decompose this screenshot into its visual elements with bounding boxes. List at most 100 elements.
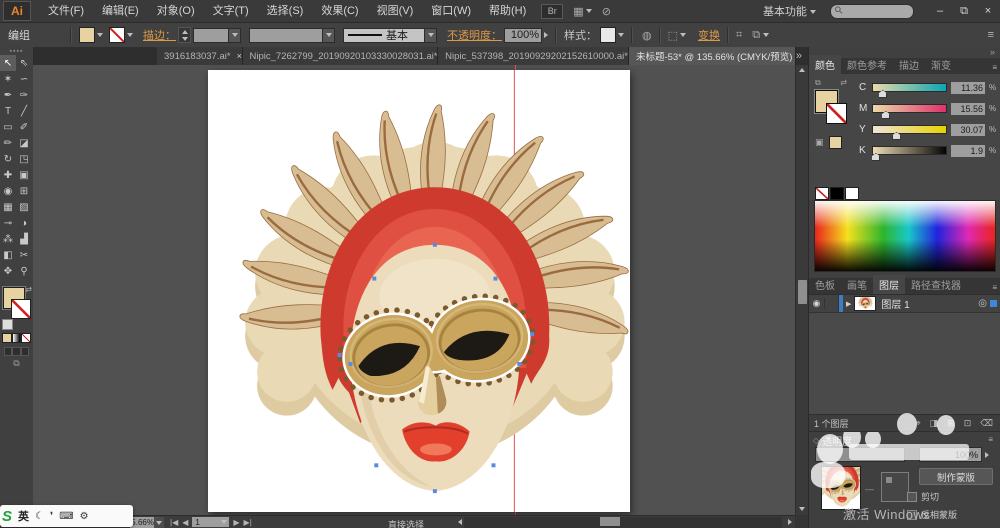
document-tab[interactable]: Nipic_7262799_20190920103330028031.ai* × [243,47,439,65]
arrange-documents-caret-icon[interactable] [586,9,592,13]
horizontal-scrollbar[interactable] [452,516,794,528]
none-swatch[interactable] [815,187,829,200]
align-objects-icon[interactable]: ⬚ [668,29,678,42]
none-mode-button[interactable] [21,333,31,343]
ime-language-toggle[interactable]: 英 [18,508,29,524]
black-swatch[interactable] [830,187,844,200]
distribute-icon[interactable]: ⌗ [736,29,742,42]
tab-gradient[interactable]: 渐变 [925,55,957,74]
document-tab[interactable]: Nipic_537398_20190929202152610000.ai* × [438,47,629,65]
moon-icon[interactable]: ☾ [35,511,44,522]
layer-name[interactable]: 图层 1 [876,296,978,311]
layers-panel-menu-icon[interactable]: ≡ [988,283,1000,294]
free-transform-tool[interactable]: ▣ [16,167,32,183]
menu-item[interactable]: 选择(S) [258,1,313,22]
tab-brushes[interactable]: 画笔 [841,275,873,294]
search-input[interactable]: ⚲ [830,4,914,19]
fill-caret-icon[interactable] [97,33,103,37]
make-mask-button[interactable]: 制作蒙版 [919,468,993,485]
width-profile-combo[interactable] [249,28,335,43]
opacity-stepper-icon[interactable] [985,452,989,458]
width-tool[interactable]: ✚ [0,167,16,183]
pencil-tool[interactable]: ✏ [0,135,16,151]
default-fill-stroke-icon[interactable] [2,319,13,330]
canvas-area[interactable] [33,65,795,515]
new-layer-icon[interactable]: ⊡ [964,418,972,429]
last-artboard-icon[interactable]: ▶| [244,518,252,527]
mesh-tool[interactable]: ▦ [0,199,16,215]
restore-button[interactable]: ⧉ [952,5,976,18]
line-segment-tool[interactable]: ╱ [16,103,32,119]
menu-item[interactable]: 对象(O) [148,1,204,22]
tab-swatches[interactable]: 色板 [809,275,841,294]
menu-item[interactable]: 文字(T) [204,1,258,22]
direct-selection-tool[interactable]: ⇖ [16,55,32,71]
eyedropper-tool[interactable]: ⊸ [0,215,16,231]
pen-tool[interactable]: ✒ [0,87,16,103]
close-button[interactable]: × [976,5,1000,17]
opacity-caret-icon[interactable] [544,32,548,38]
swap-colors-icon[interactable]: ⇄ [840,78,847,88]
settings-gear-icon[interactable]: ⚙ [80,511,89,522]
white-swatch[interactable] [845,187,859,200]
recolor-artwork-icon[interactable]: ◍ [642,29,652,42]
artboard[interactable] [208,70,630,512]
hand-tool[interactable]: ✥ [0,263,16,279]
blend-tool[interactable]: ◑ [16,215,32,231]
clip-checkbox[interactable]: 剪切 [907,490,993,503]
menu-item[interactable]: 效果(C) [312,1,367,22]
brush-definition-combo[interactable]: 基本 [343,28,437,43]
slice-tool[interactable]: ✂ [16,247,32,263]
web-color-cube-icon[interactable]: ▣ [815,137,824,148]
fill-color-swatch[interactable] [79,27,95,43]
layer-row[interactable]: ◉ ▶ 图层 1 ◎ [809,295,1000,313]
punctuation-icon[interactable]: ❜ [50,511,53,522]
target-icon[interactable]: ◎ [978,298,990,309]
horizontal-scroll-track[interactable] [464,517,782,528]
bridge-button[interactable]: Br [541,4,563,19]
visibility-eye-icon[interactable]: ◉ [809,298,825,309]
color-panel-menu-icon[interactable]: ≡ [988,63,1000,74]
tab-color[interactable]: 颜色 [809,55,841,74]
workspace-switcher[interactable]: 基本功能 [763,3,816,19]
opacity-value-box[interactable]: 100% [504,28,542,43]
mask-well[interactable] [881,472,909,502]
stroke-weight-combo[interactable] [193,28,241,43]
document-tab[interactable]: 3916183037.ai* × [157,47,243,65]
transparency-panel-menu-icon[interactable]: ≡ [984,435,997,446]
artboard-number-field[interactable]: 1 [192,517,229,527]
menu-item[interactable]: 文件(F) [39,1,93,22]
scroll-down-icon[interactable] [799,507,805,511]
isolate-icon[interactable]: ⧉ [752,29,760,42]
prev-artboard-icon[interactable]: ◀ [182,518,188,527]
input-method-bar[interactable]: S 英 ☾ ❜ ⌨ ⚙ [0,505,133,527]
selection-tool[interactable]: ↖ [0,55,16,71]
align-caret-icon[interactable] [680,33,686,37]
draw-mode-icon[interactable]: ⧉ [0,358,33,369]
ime-logo[interactable]: S [2,508,12,525]
menu-item[interactable]: 编辑(E) [93,1,148,22]
stroke-caret-icon[interactable] [127,33,133,37]
style-swatch[interactable] [600,27,616,43]
yellow-value-box[interactable]: 30.07 [951,124,985,136]
fullscreen-menu-button[interactable] [12,347,20,356]
horizontal-scroll-thumb[interactable] [600,517,620,526]
normal-screen-button[interactable] [4,347,12,356]
color-mode-button[interactable] [2,333,12,343]
swap-fill-stroke-icon[interactable]: ⇄ [25,285,32,294]
stroke-panel-link[interactable]: 描边： [143,27,176,43]
clip-checkbox-box[interactable] [907,492,917,502]
column-graph-tool[interactable]: ▟ [16,231,32,247]
fullscreen-button[interactable] [21,347,29,356]
magenta-slider[interactable] [872,104,947,113]
lasso-tool[interactable]: ∽ [16,71,32,87]
magic-wand-tool[interactable]: ✶ [0,71,16,87]
zoom-level-box[interactable]: 135.66% [130,517,154,528]
toolbar-stroke-swatch[interactable] [11,299,31,319]
tab-color-guide[interactable]: 颜色参考 [841,55,893,74]
symbol-sprayer-tool[interactable]: ⁂ [0,231,16,247]
double-square-icon[interactable]: ⧉ [815,78,821,88]
selection-indicator[interactable] [990,300,997,307]
zoom-caret-icon[interactable] [154,517,164,528]
eraser-tool[interactable]: ◪ [16,135,32,151]
